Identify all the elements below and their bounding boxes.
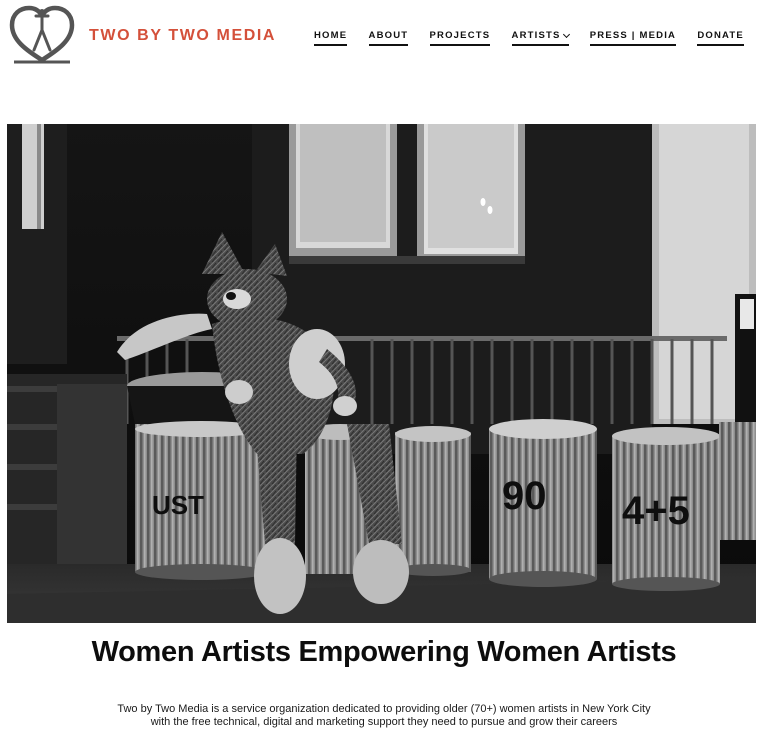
page-headline: Women Artists Empowering Women Artists bbox=[91, 636, 677, 668]
nav-projects[interactable]: PROJECTS bbox=[429, 30, 491, 46]
street-photo-illustration: UST 90 4+5 bbox=[7, 124, 756, 623]
can-label-ust: UST bbox=[152, 490, 204, 520]
can-label-90: 90 bbox=[502, 474, 547, 518]
intro-line-1: Two by Two Media is a service organizati… bbox=[117, 703, 651, 715]
can-label-45: 4+5 bbox=[622, 489, 690, 533]
intro-text: Two by Two Media is a service organizati… bbox=[60, 703, 708, 729]
heart-figure-logo-icon bbox=[9, 5, 75, 64]
chevron-down-icon bbox=[562, 30, 570, 38]
logo-link[interactable] bbox=[8, 4, 76, 66]
nav-donate[interactable]: DONATE bbox=[697, 30, 744, 46]
brand-name[interactable]: TWO BY TWO MEDIA bbox=[89, 27, 276, 45]
nav-about[interactable]: ABOUT bbox=[368, 30, 409, 46]
hero-image: UST 90 4+5 bbox=[7, 124, 756, 623]
site-header: TWO BY TWO MEDIA HOME ABOUT PROJECTS ART… bbox=[0, 0, 768, 80]
nav-artists[interactable]: ARTISTS bbox=[511, 30, 570, 46]
nav-press-media[interactable]: PRESS | MEDIA bbox=[589, 30, 677, 46]
nav-home[interactable]: HOME bbox=[314, 30, 348, 46]
intro-line-2: with the free technical, digital and mar… bbox=[150, 716, 618, 728]
nav-artists-label: ARTISTS bbox=[511, 30, 561, 41]
main-navigation: HOME ABOUT PROJECTS ARTISTS PRESS | MEDI… bbox=[314, 30, 744, 46]
